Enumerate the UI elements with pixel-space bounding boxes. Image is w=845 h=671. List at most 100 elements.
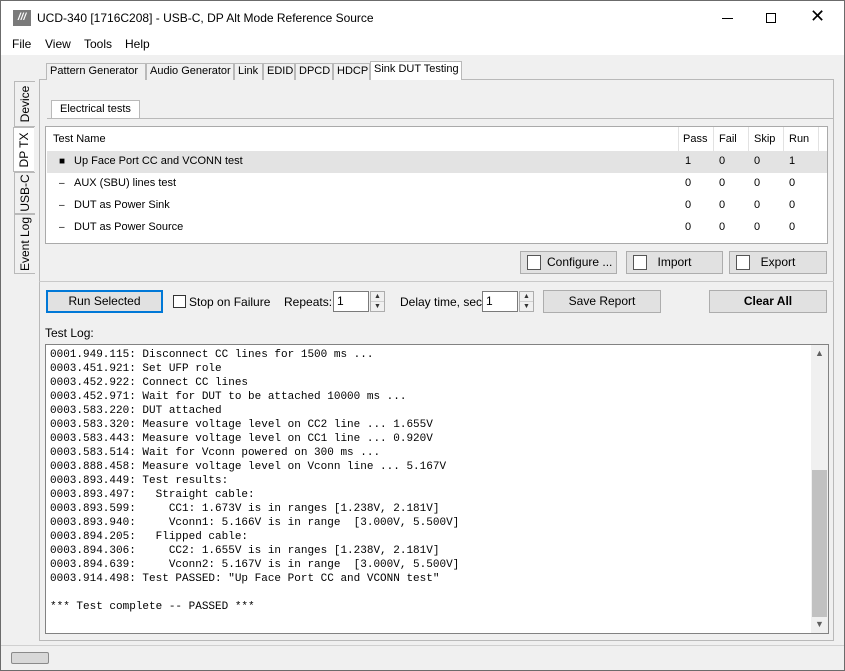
test-name: AUX (SBU) lines test [74, 177, 177, 189]
menu-bar: File View Tools Help [1, 35, 844, 55]
test-name: Up Face Port CC and VCONN test [74, 155, 243, 167]
menu-tools[interactable]: Tools [84, 37, 112, 51]
skip-count: 0 [754, 177, 761, 189]
pass-count: 0 [685, 177, 692, 189]
export-button[interactable]: Export [729, 251, 827, 274]
delay-spinner[interactable]: ▲ ▼ [519, 291, 534, 312]
column-header-pass[interactable]: Pass [683, 133, 707, 145]
divider [47, 118, 833, 119]
skip-count: 0 [754, 155, 761, 167]
app-window: /// UCD-340 [1716C208] - USB-C, DP Alt M… [0, 0, 845, 671]
menu-file[interactable]: File [12, 37, 31, 51]
row-bullet: – [59, 200, 65, 211]
repeats-spinner[interactable]: ▲ ▼ [370, 291, 385, 312]
divider [713, 127, 714, 151]
import-icon [633, 255, 647, 270]
test-name: DUT as Power Sink [74, 199, 170, 211]
tab-electrical-tests[interactable]: Electrical tests [51, 100, 140, 118]
column-header-fail[interactable]: Fail [719, 133, 737, 145]
side-tab-usb-c[interactable]: USB-C [14, 172, 35, 214]
pass-count: 0 [685, 199, 692, 211]
side-tab-label: Event Log [18, 216, 32, 272]
row-bullet: ■ [59, 156, 66, 167]
fail-count: 0 [719, 221, 726, 233]
run-count: 1 [789, 155, 796, 167]
pass-count: 0 [685, 221, 692, 233]
clear-all-button[interactable]: Clear All [709, 290, 827, 313]
column-header-skip[interactable]: Skip [754, 133, 775, 145]
close-button[interactable]: ✕ [795, 1, 841, 35]
close-icon: ✕ [810, 6, 826, 27]
pass-count: 1 [685, 155, 692, 167]
export-label: Export [760, 255, 796, 269]
repeats-input[interactable]: 1 [333, 291, 369, 312]
delay-input[interactable]: 1 [482, 291, 518, 312]
save-report-button[interactable]: Save Report [543, 290, 661, 313]
scroll-up-icon[interactable]: ▲ [811, 345, 828, 362]
menu-help[interactable]: Help [125, 37, 150, 51]
table-row[interactable]: – AUX (SBU) lines test 0 0 0 0 [47, 173, 827, 195]
import-button[interactable]: Import [626, 251, 723, 274]
export-icon [736, 255, 750, 270]
scroll-thumb[interactable] [812, 470, 827, 617]
fail-count: 0 [719, 177, 726, 189]
divider [39, 281, 834, 282]
repeats-label: Repeats: [284, 295, 333, 309]
fail-count: 0 [719, 155, 726, 167]
stop-on-failure-label: Stop on Failure [189, 295, 271, 309]
row-bullet: – [59, 178, 65, 189]
scroll-down-icon[interactable]: ▼ [811, 616, 828, 633]
test-log[interactable]: 0001.949.115: Disconnect CC lines for 15… [45, 344, 829, 634]
stop-on-failure-checkbox[interactable] [173, 295, 186, 308]
status-indicator [11, 652, 49, 664]
table-row[interactable]: – DUT as Power Sink 0 0 0 0 [47, 195, 827, 217]
side-tab-device[interactable]: Device [14, 81, 35, 127]
configure-label: Configure ... [547, 255, 613, 269]
title-bar: /// UCD-340 [1716C208] - USB-C, DP Alt M… [1, 1, 844, 35]
test-log-label: Test Log: [45, 326, 94, 340]
table-row[interactable]: – DUT as Power Source 0 0 0 0 [47, 217, 827, 239]
tab-dpcd[interactable]: DPCD [295, 63, 333, 80]
skip-count: 0 [754, 199, 761, 211]
side-tab-label: DP TX [17, 132, 31, 167]
divider [748, 127, 749, 151]
app-logo-icon: /// [13, 10, 31, 26]
tab-sink-dut-testing[interactable]: Sink DUT Testing [370, 61, 462, 80]
run-selected-button[interactable]: Run Selected [46, 290, 163, 313]
column-header-run[interactable]: Run [789, 133, 809, 145]
configure-button[interactable]: Configure ... [520, 251, 617, 274]
run-count: 0 [789, 221, 796, 233]
side-tab-label: USB-C [18, 174, 32, 212]
side-tab-event-log[interactable]: Event Log [14, 214, 35, 274]
status-bar [1, 645, 844, 670]
side-tab-dp-tx[interactable]: DP TX [13, 127, 34, 172]
column-header-test-name[interactable]: Test Name [53, 133, 106, 145]
log-scrollbar[interactable]: ▲ ▼ [811, 345, 828, 633]
divider [818, 127, 819, 151]
minimize-button[interactable] [705, 1, 751, 35]
spin-up-icon[interactable]: ▲ [371, 292, 384, 302]
tab-link[interactable]: Link [234, 63, 263, 80]
configure-icon [527, 255, 541, 270]
spin-down-icon[interactable]: ▼ [520, 302, 533, 312]
test-log-text: 0001.949.115: Disconnect CC lines for 15… [50, 349, 460, 613]
spin-down-icon[interactable]: ▼ [371, 302, 384, 312]
skip-count: 0 [754, 221, 761, 233]
table-row[interactable]: ■ Up Face Port CC and VCONN test 1 0 0 1 [47, 151, 827, 173]
tab-edid[interactable]: EDID [263, 63, 295, 80]
row-bullet: – [59, 222, 65, 233]
minimize-icon [722, 18, 733, 19]
run-count: 0 [789, 199, 796, 211]
spin-up-icon[interactable]: ▲ [520, 292, 533, 302]
fail-count: 0 [719, 199, 726, 211]
tests-table: Test Name Pass Fail Skip Run ■ Up Face P… [45, 126, 828, 244]
maximize-button[interactable] [749, 1, 795, 35]
tab-audio-generator[interactable]: Audio Generator [146, 63, 234, 80]
tab-pattern-generator[interactable]: Pattern Generator [46, 63, 146, 80]
divider [678, 127, 679, 151]
tab-hdcp[interactable]: HDCP [333, 63, 370, 80]
test-name: DUT as Power Source [74, 221, 184, 233]
window-title: UCD-340 [1716C208] - USB-C, DP Alt Mode … [37, 11, 374, 25]
maximize-icon [766, 13, 776, 23]
menu-view[interactable]: View [45, 37, 71, 51]
